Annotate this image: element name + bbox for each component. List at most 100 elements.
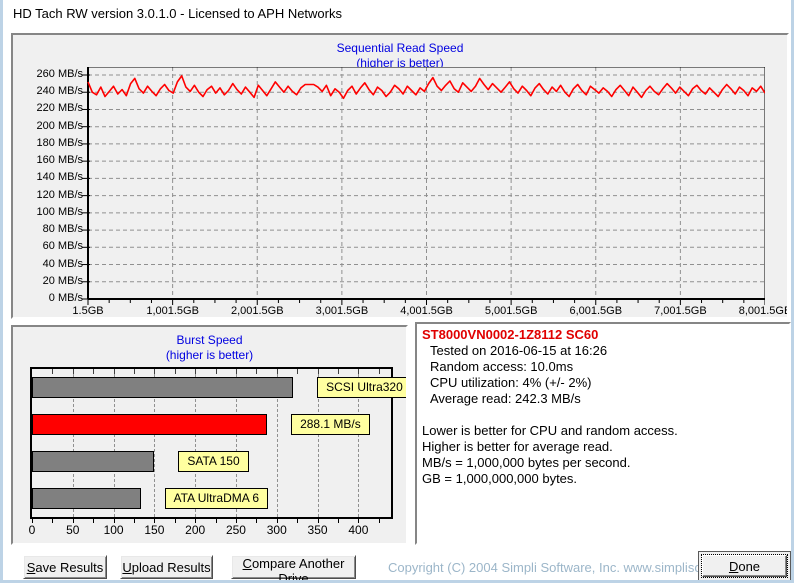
burst-top-tick	[378, 369, 380, 374]
burst-top-tick	[113, 369, 115, 374]
seq-x-tick-label: 6,001.5GB	[569, 305, 623, 317]
seq-y-tick-label: 200 MB/s	[36, 119, 83, 132]
seq-y-tick-label: 60 MB/s	[42, 240, 83, 253]
seq-y-tick-label: 120 MB/s	[36, 188, 83, 201]
burst-bar-label: 288.1 MB/s	[291, 414, 370, 435]
burst-top-tick	[297, 369, 299, 374]
drive-info-panel: ST8000VN0002-1Z8112 SC60 Tested on 2016-…	[415, 322, 791, 545]
burst-bar	[32, 488, 141, 509]
burst-bottom-tick	[378, 519, 380, 523]
seq-y-tick-label: 140 MB/s	[36, 171, 83, 184]
seq-y-tick-label: 20 MB/s	[42, 274, 83, 287]
burst-top-tick	[358, 369, 360, 374]
drive-name: ST8000VN0002-1Z8112 SC60	[422, 327, 599, 342]
burst-x-tick-label: 250	[225, 523, 246, 537]
upload-mnemonic: U	[122, 559, 132, 575]
sequential-read-panel: Sequential Read Speed (higher is better)…	[11, 33, 789, 319]
compare-label: ompare Another Drive	[251, 556, 345, 583]
seq-y-tick-label: 160 MB/s	[36, 154, 83, 167]
seq-y-tick-label: 180 MB/s	[36, 136, 83, 149]
burst-top-tick	[276, 369, 278, 374]
seq-x-tick-label: 3,001.5GB	[315, 305, 369, 317]
save-results-button[interactable]: Save Results	[23, 555, 107, 579]
seq-x-tick-label: 5,001.5GB	[484, 305, 538, 317]
seq-x-tick-label: 2,001.5GB	[230, 305, 284, 317]
compare-another-drive-button[interactable]: Compare Another Drive	[231, 555, 356, 580]
seq-y-tick-label: 100 MB/s	[36, 205, 83, 218]
seq-y-tick-label: 220 MB/s	[36, 102, 83, 115]
burst-top-tick	[235, 369, 237, 374]
seq-x-tick-label: 7,001.5GB	[654, 305, 707, 317]
burst-top-tick	[72, 369, 74, 374]
burst-top-tick	[93, 369, 95, 374]
done-focus-ring: Done	[701, 554, 788, 578]
burst-top-tick	[337, 369, 339, 374]
burst-x-tick-label: 300	[266, 523, 287, 537]
burst-bottom-tick	[154, 519, 156, 523]
burst-chart-title: Burst Speed	[176, 333, 243, 347]
burst-bar-label: ATA UltraDMA 6	[164, 488, 269, 509]
done-inner: Done	[702, 555, 787, 577]
burst-speed-panel: Burst Speed (higher is better) SCSI Ultr…	[11, 325, 408, 545]
burst-bar	[32, 377, 294, 398]
burst-bar-label: SCSI Ultra320	[317, 377, 406, 398]
seq-y-tick-label: 260 MB/s	[36, 68, 83, 80]
burst-top-tick	[215, 369, 217, 374]
upload-results-button[interactable]: Upload Results	[120, 555, 213, 579]
burst-x-tick-label: 0	[28, 523, 36, 537]
burst-bottom-tick	[276, 519, 278, 523]
done-mnemonic: D	[728, 558, 739, 574]
seq-x-tick-label: 4,001.5GB	[400, 305, 453, 317]
seq-x-tick-label: 8,001.5GB	[738, 305, 789, 317]
burst-bottom-tick	[235, 519, 237, 523]
burst-top-tick	[195, 369, 197, 374]
info-note-line: Lower is better for CPU and random acces…	[422, 423, 678, 438]
burst-x-tick-label: 150	[144, 523, 165, 537]
burst-top-tick	[317, 369, 319, 374]
burst-top-tick	[52, 369, 54, 374]
burst-chart-subtitle: (higher is better)	[165, 348, 254, 362]
burst-bottom-tick	[297, 519, 299, 523]
info-note-line: Higher is better for average read.	[422, 439, 613, 454]
burst-x-tick-label: 200	[185, 523, 206, 537]
burst-bar-label: SATA 150	[178, 451, 249, 472]
burst-bottom-tick	[358, 519, 360, 523]
burst-x-tick-label: 400	[348, 523, 369, 537]
seq-x-tick-label: 1,001.5GB	[146, 305, 199, 317]
burst-top-tick	[133, 369, 135, 374]
burst-top-tick	[256, 369, 258, 374]
seq-y-tick-label: 240 MB/s	[36, 85, 83, 98]
burst-bottom-tick	[133, 519, 135, 523]
info-note-line: MB/s = 1,000,000 bytes per second.	[422, 455, 631, 470]
burst-bottom-tick	[337, 519, 339, 523]
burst-x-tick-label: 100	[103, 523, 124, 537]
burst-bar	[32, 414, 268, 435]
sequential-chart-title: Sequential Read Speed	[336, 41, 464, 55]
seq-y-tick-label: 80 MB/s	[42, 223, 83, 236]
burst-bar	[32, 451, 155, 472]
burst-bar-row: 288.1 MB/s	[32, 414, 391, 435]
burst-x-tick-label: 50	[66, 523, 80, 537]
seq-y-tick-label: 40 MB/s	[42, 257, 83, 270]
burst-bottom-tick	[174, 519, 176, 523]
test-results: Tested on 2016-06-15 at 16:26 Random acce…	[422, 343, 784, 407]
upload-label: pload Results	[131, 559, 211, 575]
sequential-read-chart	[82, 67, 765, 305]
save-label: ave Results	[35, 559, 104, 575]
hdtach-window: HD Tach RW version 3.0.1.0 - Licensed to…	[0, 0, 794, 583]
compare-mnemonic: C	[242, 556, 252, 571]
burst-x-tick-label: 350	[307, 523, 328, 537]
burst-bar-row: SCSI Ultra320	[32, 377, 406, 398]
seq-x-tick-label: 1.5GB	[72, 305, 104, 317]
info-result-line: Random access: 10.0ms	[430, 359, 574, 374]
info-result-line: CPU utilization: 4% (+/- 2%)	[430, 375, 592, 390]
burst-bar-row: SATA 150	[32, 451, 391, 472]
burst-top-tick	[154, 369, 156, 374]
burst-bottom-tick	[195, 519, 197, 523]
done-button[interactable]: Done	[698, 551, 791, 580]
legend-notes: Lower is better for CPU and random acces…	[422, 423, 784, 487]
seq-y-tick-label: 0 MB/s	[48, 292, 83, 304]
window-title: HD Tach RW version 3.0.1.0 - Licensed to…	[13, 6, 342, 21]
burst-bar-row: ATA UltraDMA 6	[32, 488, 391, 509]
done-label: one	[738, 558, 761, 574]
